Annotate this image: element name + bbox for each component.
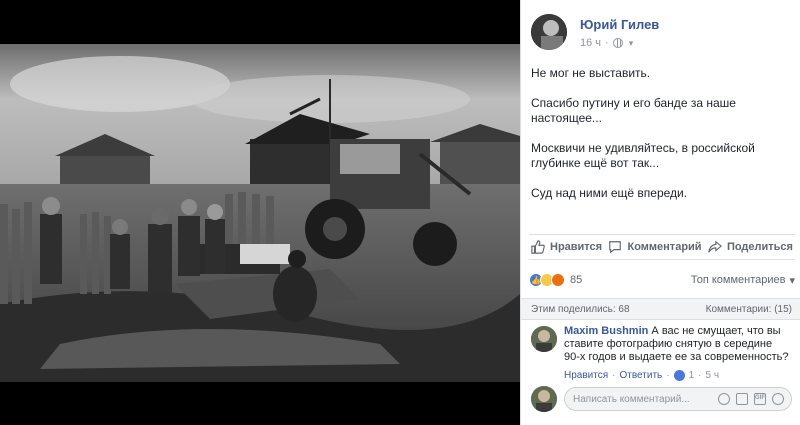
author-avatar[interactable]: [531, 14, 567, 50]
post-text: Не мог не выставить. Спасибо путину и ег…: [531, 66, 796, 216]
like-badge-icon: [673, 370, 685, 381]
post-stats: Этим поделились: 68 Комментарии: (15): [521, 298, 800, 320]
avatar-image: [531, 14, 567, 50]
camera-icon[interactable]: [736, 393, 748, 405]
post-header: Юрий Гилев 16 ч · ▾: [531, 14, 791, 54]
photo-viewer: [0, 0, 520, 425]
comment-reply-link[interactable]: Ответить: [619, 370, 662, 381]
post-meta: 16 ч · ▾: [580, 37, 633, 49]
caret-down-icon: ▾: [789, 274, 795, 287]
post-time[interactable]: 16 ч: [580, 37, 601, 49]
comment-body: Maxim Bushmin А вас не смущает, что вы с…: [564, 325, 789, 364]
comment-input[interactable]: [573, 393, 703, 405]
sticker-icon[interactable]: [772, 393, 784, 405]
comment-input-box: GIF: [564, 387, 792, 411]
photo-image: [0, 44, 520, 382]
like-button[interactable]: Нравится: [531, 240, 602, 254]
post-paragraph: Москвичи не удивляйтесь, в российской гл…: [531, 141, 755, 170]
gif-icon[interactable]: GIF: [754, 393, 766, 405]
comment-author[interactable]: Maxim Bushmin: [564, 325, 648, 337]
comment-composer: GIF: [531, 385, 793, 413]
angry-reaction-icon: [551, 273, 565, 287]
avatar-image: [531, 326, 557, 352]
author-name[interactable]: Юрий Гилев: [580, 17, 659, 32]
separator: ·: [612, 370, 616, 381]
comment-button[interactable]: Комментарий: [608, 240, 702, 254]
share-arrow-icon: [708, 240, 722, 253]
composer-icons: GIF: [718, 393, 791, 405]
post-actions: Нравится Комментарий Поделиться: [529, 234, 795, 260]
post-paragraph: Спасибо путину и его банде за наше насто…: [531, 96, 736, 125]
reaction-count[interactable]: 85: [570, 274, 582, 286]
comments-count[interactable]: Комментарии: (15): [706, 304, 792, 315]
comment-label: Комментарий: [627, 241, 702, 253]
top-comments-dropdown[interactable]: Топ комментариев ▾: [691, 274, 795, 287]
comment-like-link[interactable]: Нравится: [564, 370, 608, 381]
comment-time[interactable]: 5 ч: [705, 370, 719, 381]
globe-icon[interactable]: [612, 38, 623, 48]
reactions-row: 👍 85 Топ комментариев ▾: [529, 270, 795, 290]
emoji-icon[interactable]: [718, 393, 730, 405]
post-paragraph: Не мог не выставить.: [531, 66, 651, 80]
chevron-down-icon[interactable]: ▾: [629, 38, 634, 49]
shares-count[interactable]: Этим поделились: 68: [531, 304, 630, 315]
reaction-summary[interactable]: 👍 85: [529, 273, 582, 287]
separator: ·: [698, 370, 702, 381]
like-label: Нравится: [550, 241, 603, 253]
post-photo[interactable]: [0, 44, 520, 382]
comment-like-count[interactable]: 1: [689, 370, 695, 381]
speech-bubble-icon: [609, 241, 622, 254]
separator: ·: [605, 37, 609, 49]
post-paragraph: Суд над ними ещё впереди.: [531, 186, 688, 200]
current-user-avatar: [531, 386, 557, 412]
commenter-avatar[interactable]: [531, 326, 557, 352]
top-comments-label: Топ комментариев: [690, 274, 786, 286]
share-button[interactable]: Поделиться: [708, 240, 793, 254]
post-panel: Юрий Гилев 16 ч · ▾ Не мог не выставить.…: [520, 0, 800, 425]
comment-meta: Нравится · Ответить · 1 · 5 ч: [564, 370, 719, 381]
avatar-image: [531, 386, 557, 412]
separator: ·: [666, 370, 670, 381]
share-label: Поделиться: [726, 241, 793, 253]
thumbs-up-icon: [531, 240, 545, 254]
